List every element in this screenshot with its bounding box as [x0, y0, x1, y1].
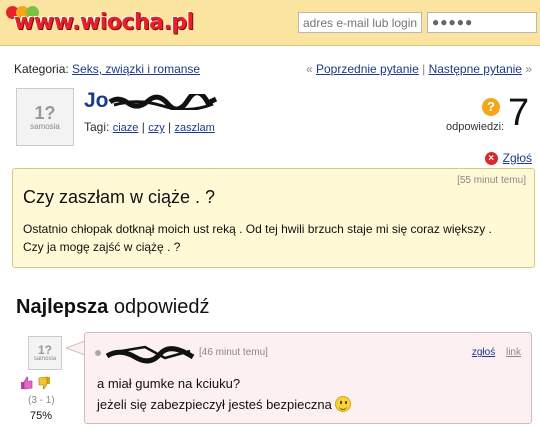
prev-arrow: «: [305, 62, 313, 76]
tag-link[interactable]: czy: [148, 122, 165, 134]
tag-link[interactable]: zaszlam: [174, 122, 214, 134]
answer-line-2-row: jeżeli się zabezpieczył jesteś bezpieczn…: [97, 394, 351, 415]
report-icon: ×: [484, 151, 498, 165]
category-breadcrumb: Kategoria: Seks, związki i romanse: [14, 62, 200, 76]
vote-count: (3 - 1): [28, 395, 55, 406]
question-nav: « Poprzednie pytanie | Następne pytanie …: [306, 62, 532, 76]
status-dot: [95, 350, 101, 356]
question-mark-icon: ?: [482, 98, 500, 116]
best-answer-heading: Najlepsza odpowiedź: [16, 296, 209, 319]
question-body: Ostatnio chłopak dotknął moich ust reką …: [23, 222, 492, 254]
answer-speech-tail: [66, 340, 86, 356]
nav-separator: |: [422, 62, 426, 76]
censor-scribble: [108, 94, 218, 110]
avatar-label: samosia: [33, 356, 57, 362]
next-question-link[interactable]: Następne pytanie: [429, 62, 522, 76]
tags-label: Tagi:: [84, 120, 110, 134]
password-field[interactable]: ●●●●●: [427, 12, 537, 33]
answer-links: zgłoś link: [472, 347, 521, 358]
question-title: Czy zaszłam w ciąże . ?: [23, 187, 216, 207]
smiley-icon: [334, 396, 351, 412]
thumb-down-icon[interactable]: [37, 376, 51, 390]
best-heading-bold: Najlepsza: [16, 296, 109, 318]
avatar-question-icon: 1?: [34, 102, 56, 123]
thumb-up-icon[interactable]: [20, 376, 34, 390]
asker-name[interactable]: Jo: [84, 89, 109, 113]
category-link[interactable]: Seks, związki i romanse: [72, 62, 200, 76]
report-label: Zgłoś: [502, 151, 532, 165]
answers-label: odpowiedzi:: [446, 121, 505, 133]
vote-buttons: [20, 376, 51, 390]
question-time: [55 minut temu]: [457, 175, 526, 186]
report-question-button[interactable]: × Zgłoś: [484, 151, 532, 165]
permalink-link[interactable]: link: [506, 347, 521, 358]
best-heading-rest: odpowiedź: [113, 296, 210, 318]
site-logo[interactable]: www.wiocha.pl: [14, 10, 194, 35]
asker-avatar[interactable]: 1? samosia: [16, 88, 74, 146]
answer-time: [46 minut temu]: [199, 347, 268, 358]
next-arrow: »: [525, 62, 532, 76]
answers-count: 7: [508, 92, 530, 134]
answerer-avatar[interactable]: 1? samosia: [28, 336, 62, 370]
vote-percent: 75%: [30, 410, 53, 422]
prev-question-link[interactable]: Poprzednie pytanie: [316, 62, 419, 76]
category-label: Kategoria:: [14, 62, 69, 76]
answer-text: a miał gumke na kciuku? jeżeli się zabez…: [97, 373, 351, 415]
answer-line-1: a miał gumke na kciuku?: [97, 376, 241, 391]
censor-scribble: [105, 345, 195, 364]
best-answer-box: [46 minut temu] zgłoś link a miał gumke …: [84, 332, 532, 424]
avatar-label: samosia: [30, 121, 60, 131]
tags-row: Tagi: ciaze | czy | zaszlam: [84, 120, 215, 134]
login-email-field[interactable]: [298, 12, 422, 33]
tag-link[interactable]: ciaze: [113, 122, 139, 134]
question-box: [55 minut temu] Czy zaszłam w ciąże . ? …: [12, 168, 535, 268]
answer-line-2: jeżeli się zabezpieczył jesteś bezpieczn…: [97, 397, 332, 412]
report-answer-link[interactable]: zgłoś: [472, 347, 495, 358]
top-bar: www.wiocha.pl ●●●●●: [0, 0, 540, 46]
avatar-question-icon: 1?: [37, 343, 52, 357]
